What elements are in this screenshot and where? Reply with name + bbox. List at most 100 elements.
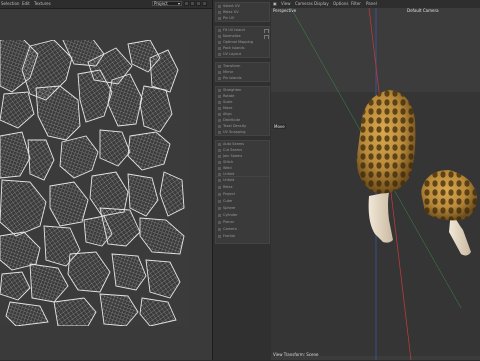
tool-icon xyxy=(218,94,221,98)
tool-icon xyxy=(218,118,221,122)
tool-icon xyxy=(218,10,221,14)
tool-item[interactable]: Rotate xyxy=(218,94,269,99)
checkbox[interactable] xyxy=(264,29,269,33)
tool-item[interactable]: Cylinder xyxy=(218,213,269,218)
tool-group-2: Fit UV Island Normalize Optimal Mapping … xyxy=(215,26,270,58)
tool-icon xyxy=(218,154,221,158)
menu-display[interactable]: Display xyxy=(314,1,329,6)
tool-icon xyxy=(218,64,221,68)
tool-icon xyxy=(218,40,221,44)
tool-group-3: Transform Mirror Pin Islands xyxy=(215,62,270,82)
uv-canvas[interactable] xyxy=(0,37,188,327)
tool-item[interactable]: Frontal xyxy=(218,234,269,239)
3d-viewport[interactable]: ▣ View Cameras Display Options Filter Pa… xyxy=(271,0,480,361)
tool-item[interactable]: Align xyxy=(218,112,269,117)
chevron-down-icon: ▾ xyxy=(177,1,180,6)
tool-item[interactable]: Relax UV xyxy=(218,10,269,15)
tool-group-1: Select UV Relax UV Pin UV xyxy=(215,2,270,22)
menu-selection[interactable]: Selection xyxy=(1,1,19,6)
uv-tools-panel: Select UV Relax UV Pin UV Fit UV Island … xyxy=(212,0,272,360)
tool-item[interactable]: Cut Seams xyxy=(218,148,269,153)
tool-group-6: Unfold Relax Project Cube Sphere Cylinde… xyxy=(215,176,270,244)
tool-item[interactable]: Select UV xyxy=(218,4,269,9)
tool-icon xyxy=(218,112,221,116)
menu-textures[interactable]: Textures xyxy=(34,1,51,6)
tool-icon xyxy=(218,34,221,38)
menu-cameras[interactable]: Cameras xyxy=(295,1,313,6)
tool-item[interactable]: Distribute xyxy=(218,118,269,123)
projection-value: Project xyxy=(154,1,168,6)
tool-item[interactable]: Texel Density xyxy=(218,124,269,129)
tool-item[interactable]: Stitch xyxy=(218,160,269,165)
perspective-label: Perspective xyxy=(273,8,297,13)
lock-icon[interactable] xyxy=(190,1,195,6)
tool-item[interactable]: Planar xyxy=(218,220,269,225)
uv-menubar: Selection Edit Textures Project ▾ xyxy=(0,0,212,9)
menu-edit[interactable]: Edit xyxy=(22,1,30,6)
tool-item[interactable]: Project xyxy=(218,192,269,197)
tool-item[interactable]: Auto Seams xyxy=(218,142,269,147)
tool-icon xyxy=(218,148,221,152)
tool-item[interactable]: Pack Islands xyxy=(218,46,269,51)
tool-item[interactable]: Cube xyxy=(218,199,269,204)
tool-item[interactable]: Join Seams xyxy=(218,154,269,159)
tool-item[interactable]: Fit UV Island xyxy=(218,28,269,33)
menu-view[interactable]: View xyxy=(281,1,291,6)
tool-item[interactable]: Weld xyxy=(218,166,269,171)
tool-item[interactable]: Optimal Mapping xyxy=(218,40,269,45)
tool-item[interactable]: Camera xyxy=(218,227,269,232)
tool-icon xyxy=(218,106,221,110)
tool-icon xyxy=(218,46,221,50)
tool-item[interactable]: Relax xyxy=(218,185,269,190)
tool-icon xyxy=(218,178,221,182)
tool-icon xyxy=(218,76,221,80)
grid-icon[interactable] xyxy=(196,1,201,6)
tool-icon xyxy=(218,88,221,92)
tool-icon xyxy=(218,227,221,231)
tool-icon xyxy=(218,220,221,224)
tool-item[interactable]: Straighten xyxy=(218,88,269,93)
viewport-icon[interactable]: ▣ xyxy=(273,1,277,6)
uv-mode-icon[interactable] xyxy=(184,1,189,6)
tool-icon xyxy=(218,142,221,146)
tool-item[interactable]: Scale xyxy=(218,100,269,105)
tool-item[interactable]: Normalize xyxy=(218,34,269,39)
tool-icon xyxy=(218,166,221,170)
settings-icon[interactable] xyxy=(202,1,207,6)
uv-islands xyxy=(0,37,185,327)
tool-icon xyxy=(218,4,221,8)
tool-icon xyxy=(218,28,221,32)
menu-panel[interactable]: Panel xyxy=(366,1,377,6)
tool-icon xyxy=(218,52,221,56)
tool-icon xyxy=(218,234,221,238)
tool-icon xyxy=(218,124,221,128)
tool-icon xyxy=(218,199,221,203)
checkbox[interactable] xyxy=(264,35,269,39)
tool-item[interactable]: Pin UV xyxy=(218,16,269,21)
tool-item[interactable]: Pin Islands xyxy=(218,76,269,81)
uv-editor-panel: Selection Edit Textures Project ▾ xyxy=(0,0,212,360)
tool-icon xyxy=(218,185,221,189)
tool-item[interactable]: Transform xyxy=(218,64,269,69)
tool-item[interactable]: Sphere xyxy=(218,206,269,211)
move-label[interactable]: Move xyxy=(273,124,286,129)
menu-filter[interactable]: Filter xyxy=(351,1,361,6)
tool-icon xyxy=(218,16,221,20)
viewport-scene[interactable]: Perspective Default Camera Move View Tra… xyxy=(271,7,480,361)
tool-item[interactable]: UV Snapping xyxy=(218,130,269,135)
tool-icon xyxy=(218,192,221,196)
tool-icon xyxy=(218,130,221,134)
tool-icon xyxy=(218,100,221,104)
menu-options[interactable]: Options xyxy=(333,1,348,6)
tool-item[interactable]: Unfold xyxy=(218,178,269,183)
tool-icon xyxy=(218,70,221,74)
tool-item[interactable]: Mirror xyxy=(218,70,269,75)
tool-icon xyxy=(218,206,221,210)
tool-item[interactable]: Move xyxy=(218,106,269,111)
tool-item[interactable]: UV Layout xyxy=(218,52,269,57)
tool-group-4: Straighten Rotate Scale Move Align Distr… xyxy=(215,86,270,136)
tool-icon xyxy=(218,160,221,164)
camera-label: Default Camera xyxy=(407,8,439,13)
view-transform-label: View Transform: Scene xyxy=(273,352,319,357)
projection-dropdown[interactable]: Project ▾ xyxy=(152,1,182,6)
